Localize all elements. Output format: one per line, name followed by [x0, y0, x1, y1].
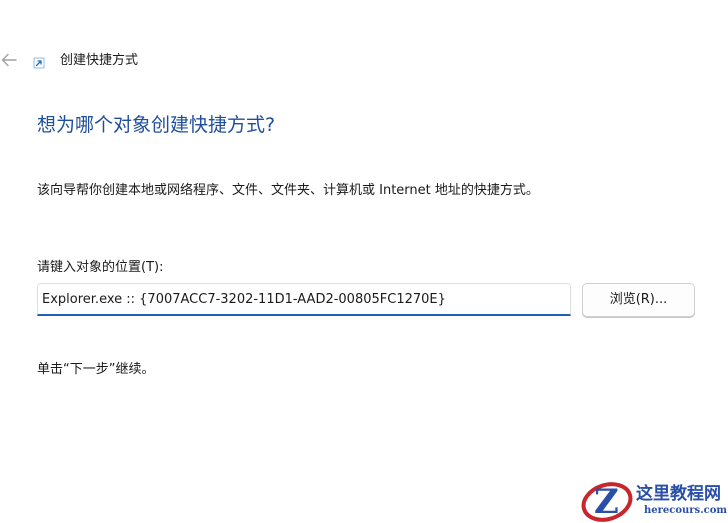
svg-text:Z: Z — [594, 482, 619, 522]
location-field-label: 请键入对象的位置(T): — [37, 260, 164, 275]
page-heading: 想为哪个对象创建快捷方式? — [37, 114, 276, 136]
shortcut-icon — [33, 57, 45, 69]
back-arrow-icon — [1, 53, 17, 67]
location-input[interactable] — [37, 283, 571, 316]
back-button[interactable] — [0, 50, 18, 70]
watermark-name: 这里教程网 — [636, 484, 721, 504]
window-title: 创建快捷方式 — [60, 53, 139, 68]
watermark-logo: Z — [581, 482, 633, 522]
watermark: Z 这里教程网 herecours.com — [580, 480, 728, 523]
browse-button[interactable]: 浏览(R)... — [582, 283, 695, 317]
next-step-hint: 单击“下一步”继续。 — [37, 362, 155, 377]
wizard-description: 该向导帮你创建本地或网络程序、文件、文件夹、计算机或 Internet 地址的快… — [37, 183, 539, 198]
watermark-url: herecours.com — [644, 505, 728, 516]
